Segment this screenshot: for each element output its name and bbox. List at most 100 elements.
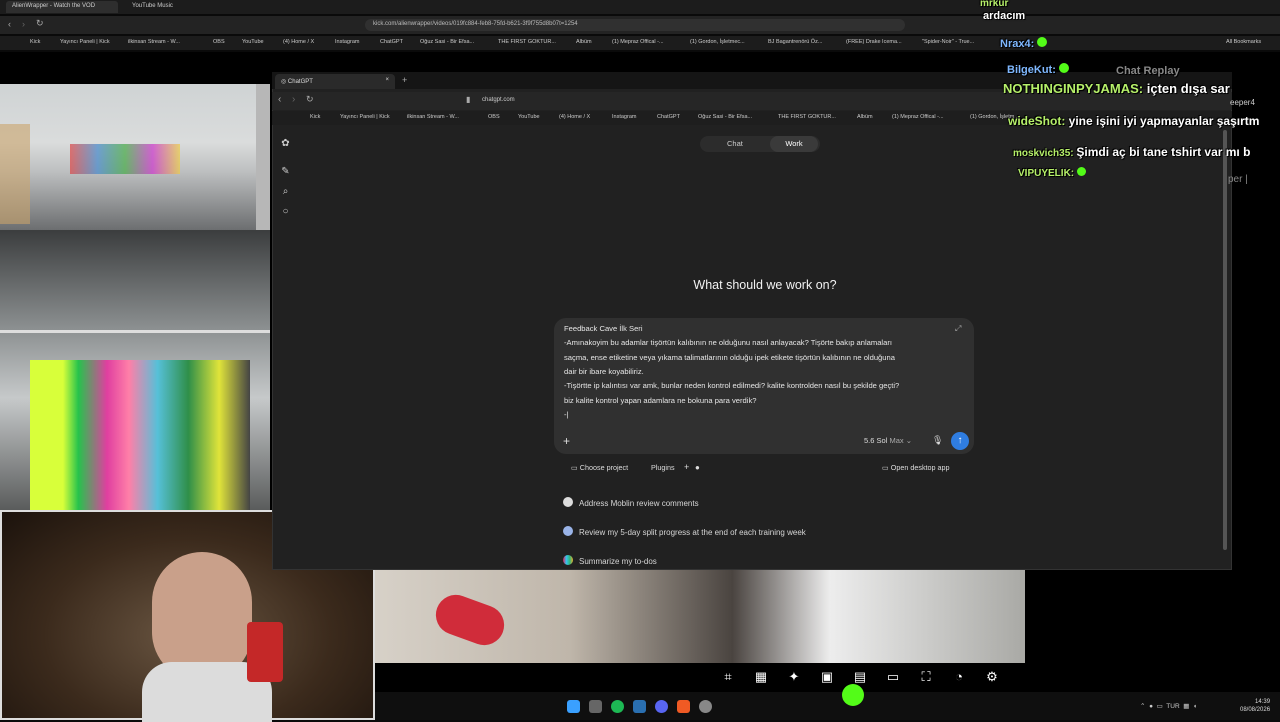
bookmark[interactable]: THE FIRST GOKTUR...: [778, 114, 836, 120]
language-indicator[interactable]: TUR: [1166, 703, 1179, 710]
scrollbar[interactable]: [1223, 130, 1227, 550]
brave-icon[interactable]: [677, 700, 690, 713]
open-desktop-app-button[interactable]: ▭ Open desktop app: [882, 463, 950, 472]
bookmark[interactable]: Yayıncı Paneli | Kick: [340, 114, 390, 120]
mic-tray-icon[interactable]: ●: [1149, 703, 1153, 710]
steam-icon[interactable]: [633, 700, 646, 713]
folder-icon: ▭: [571, 463, 580, 472]
bookmark[interactable]: Oğuz Sasi - Bir Efsa...: [698, 114, 752, 120]
suggestion-item[interactable]: Review my 5-day split progress at the en…: [563, 526, 806, 537]
clock-date: 08/08/2026: [1240, 707, 1271, 713]
inner-url-text: chatgpt.com: [482, 97, 515, 103]
chevron-down-icon: ⌄: [905, 436, 913, 445]
scissors: [430, 589, 510, 651]
chevron-up-icon[interactable]: ⌃: [1140, 703, 1145, 710]
bookmark[interactable]: All Bookmarks: [1226, 39, 1261, 45]
tab-work[interactable]: Work: [770, 136, 818, 152]
system-tray: ⌃ ● ▭ TUR ▦ ◖: [1140, 702, 1197, 710]
bookmark[interactable]: ilkinsan Stream - W...: [128, 39, 180, 45]
bookmark[interactable]: Instagram: [335, 39, 359, 45]
add-attachment-icon[interactable]: +: [563, 434, 570, 448]
bookmark[interactable]: (1) Mepraz Offical -...: [612, 39, 664, 45]
outer-tab-youtube-music[interactable]: YouTube Music: [126, 1, 246, 13]
bookmark-icon[interactable]: ▮: [466, 95, 470, 104]
task-view-icon[interactable]: [589, 700, 602, 713]
plugins-button[interactable]: Plugins: [651, 463, 675, 472]
prompt-composer[interactable]: Feedback Cave İlk Seri -Amınakoyim bu ad…: [554, 318, 974, 454]
bookmark[interactable]: BJ Bagantrenörü Öz...: [768, 39, 822, 45]
outer-tab-kick[interactable]: AlienWrapper - Watch the VOD: [6, 1, 118, 13]
forward-icon[interactable]: ›: [22, 19, 25, 29]
spotify-icon[interactable]: [611, 700, 624, 713]
timer-icon[interactable]: ◔: [951, 669, 967, 685]
openai-logo-icon[interactable]: ✿: [280, 138, 291, 149]
search-icon[interactable]: ⌕: [280, 186, 291, 197]
reload-icon[interactable]: ↻: [306, 94, 314, 105]
emote-icon: [1076, 167, 1086, 176]
network-icon[interactable]: ▦: [1183, 703, 1189, 710]
expand-icon[interactable]: ⤢: [955, 324, 961, 334]
outer-address-bar[interactable]: kick.com/alienwrapper/videos/019fc884-fe…: [365, 19, 905, 31]
bookmark[interactable]: YouTube: [242, 39, 264, 45]
bookmark[interactable]: (1) Mepraz Offical -...: [892, 114, 944, 120]
add-plugin-icon[interactable]: +: [684, 462, 689, 472]
bookmark[interactable]: (4) Home / X: [283, 39, 314, 45]
chart-icon[interactable]: ▦: [753, 669, 769, 685]
tab-chatgpt[interactable]: ◎ ChatGPT ×: [275, 74, 395, 89]
bookmark[interactable]: Yayıncı Paneli | Kick: [60, 39, 110, 45]
windows-start-icon[interactable]: [567, 700, 580, 713]
bookmark[interactable]: "Spider-Noir" - True...: [922, 39, 974, 45]
camera-room-edge: [256, 84, 270, 230]
bookmark[interactable]: YouTube: [518, 114, 540, 120]
bookmark[interactable]: (1) Gordon, İşletmec...: [690, 39, 745, 45]
reload-icon[interactable]: ↻: [36, 18, 44, 29]
bookmark[interactable]: ChatGPT: [380, 39, 403, 45]
bookmark[interactable]: OBS: [213, 39, 225, 45]
tab-chat[interactable]: Chat: [727, 139, 743, 148]
circle-icon: [563, 526, 573, 536]
volume-icon[interactable]: ◖: [1193, 703, 1197, 710]
bookmark[interactable]: THE FIRST GOKTUR...: [498, 39, 556, 45]
suggestion-item[interactable]: Summarize my to-dos: [563, 555, 657, 566]
close-tab-icon[interactable]: ×: [385, 77, 389, 83]
window-icon[interactable]: ▣: [819, 669, 835, 685]
send-button[interactable]: ↑: [951, 432, 969, 450]
chatgpt-app-icon[interactable]: [699, 700, 712, 713]
back-icon[interactable]: ‹: [278, 94, 281, 105]
bookmark[interactable]: Kick: [30, 39, 40, 45]
bookmark[interactable]: Kick: [310, 114, 320, 120]
bookmark[interactable]: Oğuz Sasi - Bir Efsa...: [420, 39, 474, 45]
crop-icon[interactable]: ⌗: [720, 669, 736, 685]
bookmark[interactable]: ChatGPT: [657, 114, 680, 120]
camera-room-feed: [0, 84, 256, 230]
tab-title: ChatGPT: [287, 79, 313, 85]
bookmark[interactable]: Instagram: [612, 114, 636, 120]
gear-icon[interactable]: ⚙: [984, 669, 1000, 685]
camera-icon[interactable]: ▤: [852, 669, 868, 685]
microphone-icon[interactable]: 🎙: [932, 435, 943, 446]
bookmark[interactable]: Albüm: [857, 114, 873, 120]
bookmark[interactable]: (4) Home / X: [559, 114, 590, 120]
arrow-up-icon: ↑: [957, 435, 963, 446]
discord-icon[interactable]: [655, 700, 668, 713]
sparkle-icon[interactable]: ✦: [786, 669, 802, 685]
back-icon[interactable]: ‹: [8, 19, 11, 29]
fullscreen-icon[interactable]: ⛶: [918, 669, 934, 685]
battery-icon[interactable]: ▭: [1157, 703, 1163, 710]
model-selector[interactable]: 5.6 Sol Max ⌄: [864, 436, 912, 445]
bookmark[interactable]: OBS: [488, 114, 500, 120]
bookmark[interactable]: Albüm: [576, 39, 592, 45]
inner-address-bar[interactable]: chatgpt.com: [478, 95, 978, 107]
new-chat-icon[interactable]: ✎: [280, 166, 291, 177]
clock[interactable]: 14:39 08/08/2026: [1240, 698, 1270, 714]
chat-bubble-icon[interactable]: ○: [280, 206, 291, 217]
kick-mascot-icon: [842, 684, 864, 706]
choose-project-button[interactable]: ▭ Choose project: [571, 463, 628, 472]
slack-icon: [563, 555, 573, 565]
new-tab-icon[interactable]: +: [402, 75, 407, 85]
screen-icon[interactable]: ▭: [885, 669, 901, 685]
bookmark[interactable]: ilkinsan Stream - W...: [407, 114, 459, 120]
bookmark[interactable]: (FREE) Drake Icema...: [846, 39, 902, 45]
suggestion-item[interactable]: Address Moblin review comments: [563, 497, 699, 508]
forward-icon[interactable]: ›: [292, 94, 295, 105]
